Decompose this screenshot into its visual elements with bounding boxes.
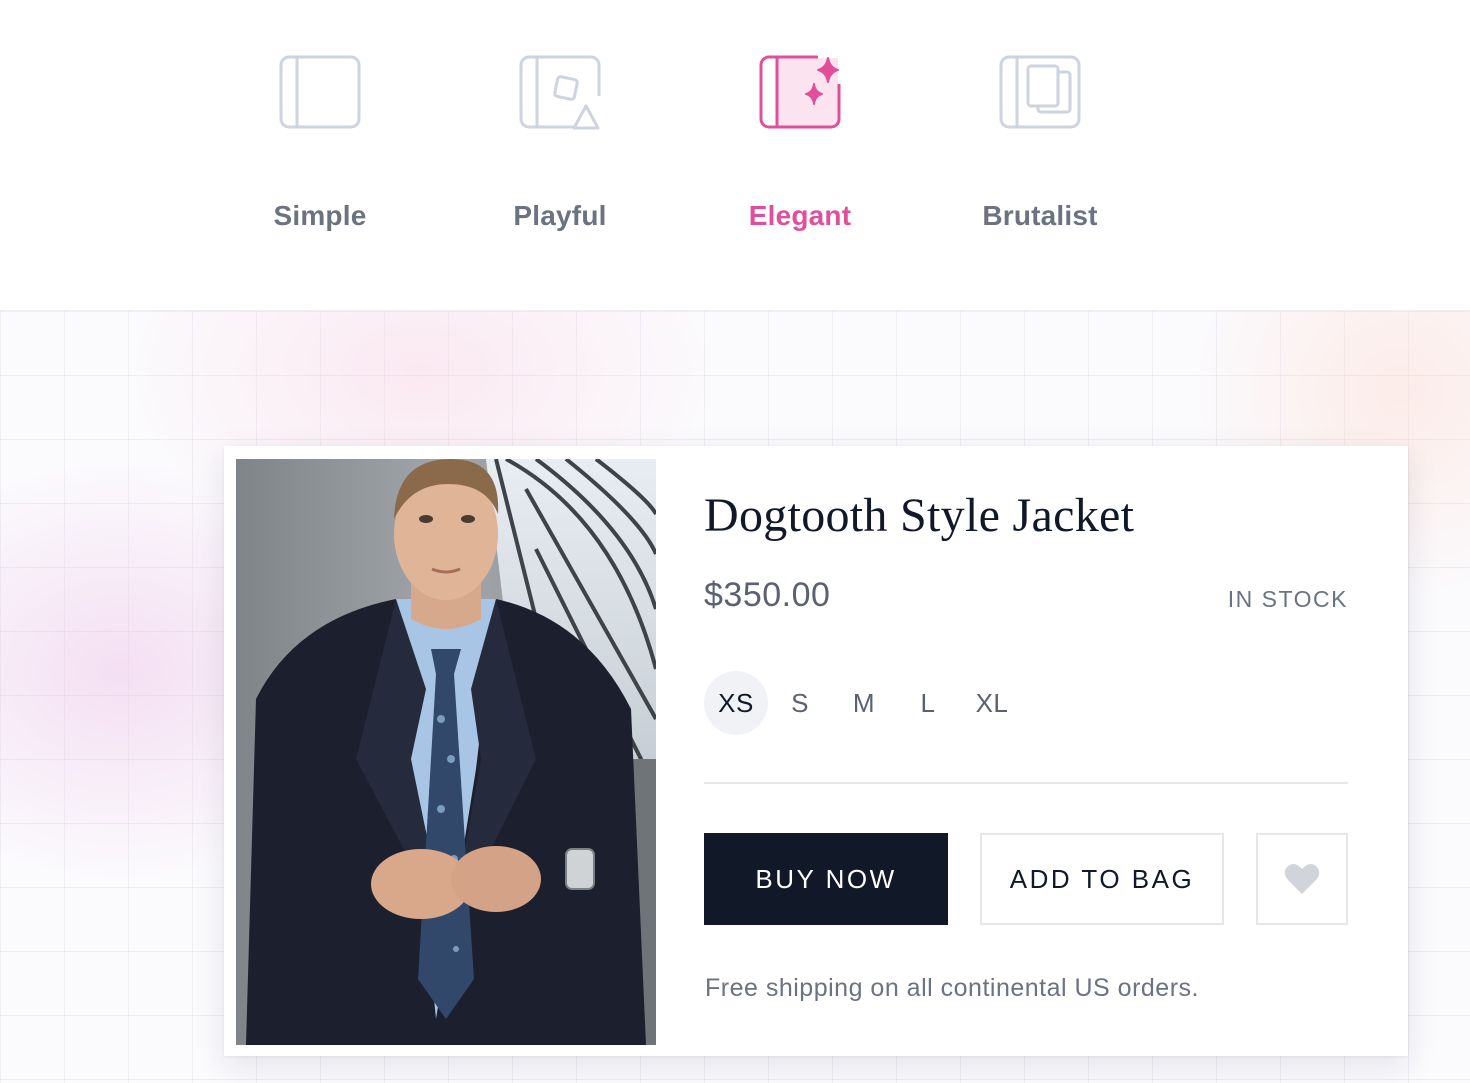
tab-simple[interactable]: Simple [220, 54, 420, 254]
sparkles-icon [758, 54, 842, 134]
product-title: Dogtooth Style Jacket [704, 489, 1135, 542]
buy-now-button[interactable]: BUY NOW [704, 833, 948, 925]
size-selector: XS S M L XL [704, 671, 1024, 735]
size-option-m[interactable]: M [832, 671, 896, 735]
stock-status: IN STOCK [1227, 586, 1348, 612]
divider [704, 782, 1348, 784]
favorite-button[interactable] [1256, 833, 1348, 925]
stacked-squares-icon [998, 54, 1082, 134]
tab-elegant[interactable]: Elegant [700, 54, 900, 254]
tab-label: Elegant [748, 200, 852, 231]
product-price: $350.00 [704, 576, 831, 614]
product-card: Dogtooth Style Jacket $350.00 IN STOCK X… [224, 446, 1408, 1056]
style-switcher: Simple Playful Elegant Brutalist [0, 0, 1470, 310]
size-option-l[interactable]: L [896, 671, 960, 735]
add-to-bag-button[interactable]: ADD TO BAG [980, 833, 1224, 925]
heart-icon [1284, 863, 1320, 895]
panel-icon [278, 54, 362, 134]
tab-brutalist[interactable]: Brutalist [940, 54, 1140, 254]
shapes-icon [518, 54, 602, 134]
size-option-s[interactable]: S [768, 671, 832, 735]
tab-label: Playful [513, 200, 607, 231]
tab-label: Simple [273, 200, 367, 231]
product-photo [236, 459, 656, 1045]
tab-label: Brutalist [982, 200, 1098, 231]
tab-playful[interactable]: Playful [460, 54, 660, 254]
size-option-xs[interactable]: XS [704, 671, 768, 735]
shipping-note: Free shipping on all continental US orde… [705, 974, 1199, 1002]
size-option-xl[interactable]: XL [960, 671, 1024, 735]
